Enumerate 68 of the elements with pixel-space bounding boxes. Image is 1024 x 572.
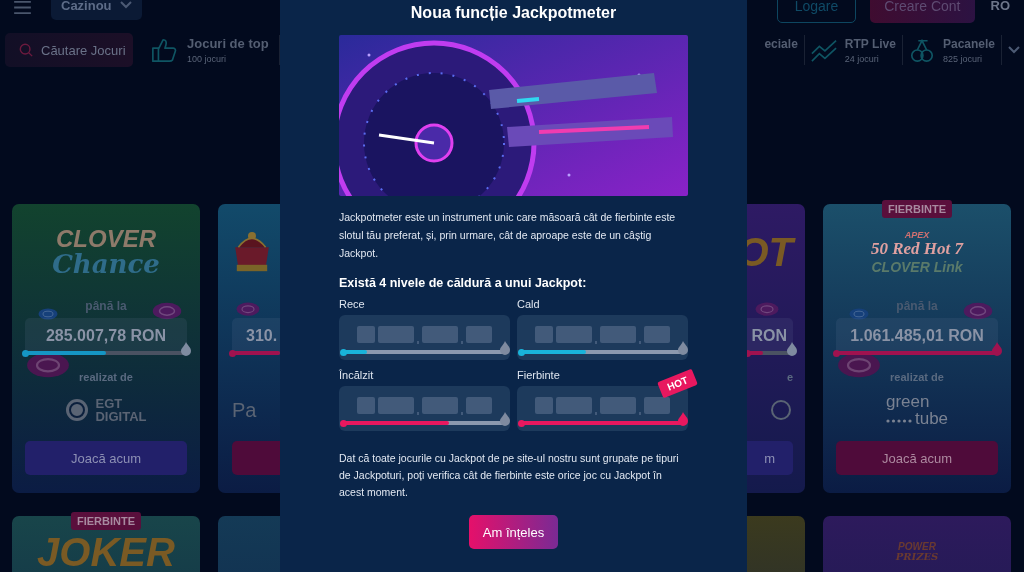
flame-icon [180, 342, 192, 356]
casino-dropdown[interactable]: Cazinou [51, 0, 142, 20]
trend-line-icon [810, 37, 837, 63]
game-count: 100 jocuri [187, 54, 228, 64]
jackpot-label: până la [85, 298, 127, 315]
level-label: Fierbinte [517, 369, 560, 383]
flame-icon [677, 341, 689, 355]
hot-badge: FIERBINTE [881, 200, 953, 218]
flame-icon [991, 342, 1003, 356]
jackpot-amount: 285.007,78 RON [25, 318, 187, 353]
chip-icon [236, 302, 260, 317]
level-label: Cald [517, 298, 540, 312]
play-button[interactable]: m [747, 441, 793, 475]
category-link[interactable]: eciale [764, 37, 798, 51]
jackpot-amount: 310. [232, 318, 280, 353]
provider-logo-icon [769, 398, 793, 422]
flame-icon [786, 342, 798, 356]
intro-paragraph: Jackpotmeter este un instrument unic care măsoară cât de fierbinte este slotul tău preferat, și, prin urmare, cât de aproape este de un câștig Jackpot. [339, 210, 677, 261]
game-logo: CLOVER Chance [52, 227, 160, 277]
language-selector[interactable]: RO [990, 0, 1010, 13]
search-icon [19, 43, 33, 57]
provider-logo-icon [65, 398, 90, 422]
provider-logo: tube [914, 410, 949, 427]
chip-icon [849, 308, 869, 320]
chevron-down-icon[interactable] [1008, 46, 1020, 54]
category-link[interactable]: RTP Live [844, 36, 896, 51]
category-link[interactable]: Pacanele [942, 36, 995, 51]
jackpot-amount: 1.061.485,01 RON [836, 318, 998, 353]
flame-icon [499, 341, 511, 355]
jackpot-amount: RON [747, 318, 793, 353]
chip-icon [152, 302, 182, 320]
search-field[interactable]: Căutare Jocuri [5, 33, 133, 67]
provider-label: realizat de [79, 370, 133, 385]
provider-label: realizat de [890, 370, 944, 385]
chip-icon [963, 302, 993, 320]
provider-logo: green [885, 393, 930, 410]
chevron-down-icon [119, 1, 132, 9]
menu-icon[interactable] [14, 0, 31, 14]
chip-icon [755, 302, 779, 317]
provider-logo: Pa [232, 400, 257, 420]
game-count: 825 jocuri [942, 53, 983, 64]
game-count: 24 jocuri [844, 53, 880, 64]
hot-badge: FIERBINTE [70, 512, 142, 530]
info-paragraph: Dat că toate jocurile cu Jackpot de pe site-ul nostru sunt grupate pe tipuri de Jackpoturi, poți verifica cât de fierbinte este orice joc cu Jackpot în acest moment. [339, 451, 680, 500]
levels-heading: Există 4 nivele de căldură a unui Jackpot: [339, 276, 588, 290]
provider-logo: EGT DIGITAL [95, 397, 147, 423]
thumbs-up-icon [151, 37, 177, 63]
confirm-button[interactable]: Am înțeles [468, 515, 559, 549]
provider-label: e [786, 370, 793, 385]
dotted-line-icon [885, 419, 912, 423]
game-logo: APEX 50 Red Hot 7 CLOVER Link [870, 230, 964, 274]
play-button[interactable]: Joacă acum [25, 441, 187, 475]
cherry-icon [908, 37, 935, 63]
flame-icon [677, 412, 689, 426]
chip-icon [26, 352, 70, 379]
chip-icon [38, 308, 58, 320]
category-link[interactable]: Jocuri de top [187, 36, 269, 51]
game-logo: JOKER [37, 532, 175, 572]
level-label: Rece [339, 298, 365, 312]
signup-button[interactable]: Creare Cont [870, 0, 975, 23]
flame-icon [499, 412, 511, 426]
play-button[interactable]: Joacă acum [836, 441, 998, 475]
level-label: Încălzit [339, 369, 374, 383]
hot-badge: HOT [657, 368, 698, 399]
chip-icon [837, 352, 881, 379]
dialog-title: Noua funcție Jackpotmeter [409, 4, 618, 22]
game-logo: POWER PRIZES [895, 542, 939, 562]
login-button[interactable]: Logare [776, 0, 857, 23]
